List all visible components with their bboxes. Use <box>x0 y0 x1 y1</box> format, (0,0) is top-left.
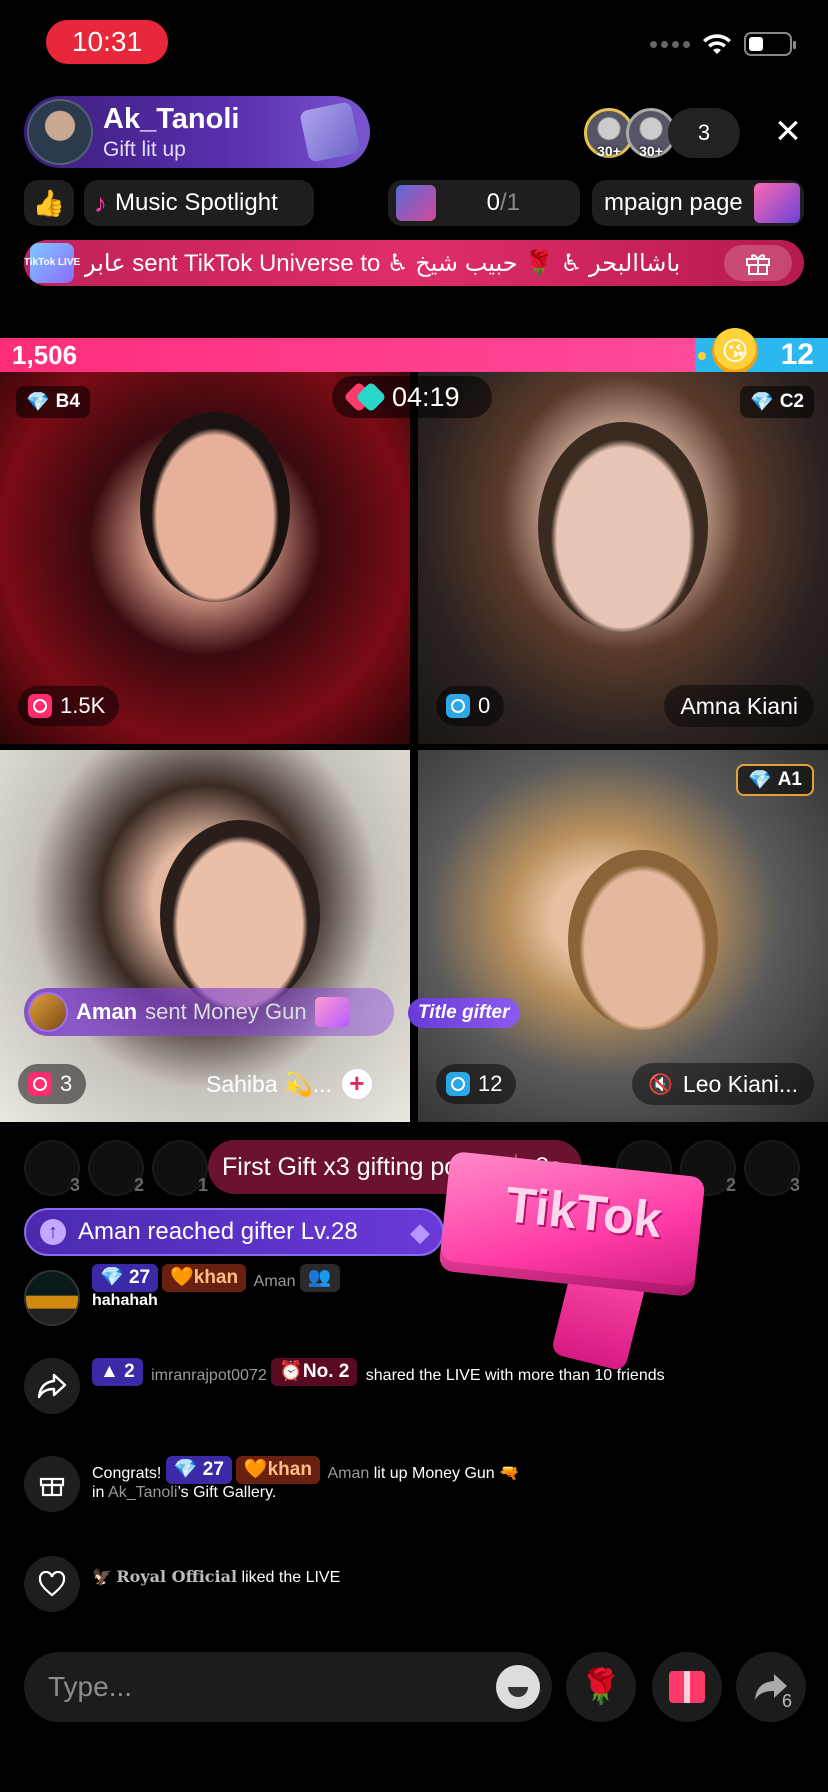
score-marker <box>698 352 706 360</box>
gifter-level-badge: ▲ 2 <box>92 1358 143 1386</box>
rank-badge: 💎 A1 <box>736 764 814 796</box>
money-gun-notice: Aman sent Money Gun <box>24 988 394 1036</box>
chat-username[interactable]: Aman <box>254 1273 296 1290</box>
rank-badge: ⏰No. 2 <box>271 1358 358 1386</box>
top-viewers[interactable]: 30+ 30+ <box>584 108 676 159</box>
battle-timer: 04:19 <box>332 376 492 418</box>
rank-badge: 💎 C2 <box>740 386 814 418</box>
camera-icon <box>446 1072 470 1096</box>
chat-message: Congrats! 💎 27 🧡khan Aman lit up Money Gu… <box>92 1456 814 1502</box>
gem-icon: ◆ <box>410 1216 430 1247</box>
gifter-level-notice: ↑ Aman reached gifter Lv.28 ◆ <box>24 1208 444 1256</box>
sticker-icon <box>396 185 436 221</box>
chat-avatar[interactable] <box>24 1270 80 1326</box>
campaign-label: mpaign page <box>604 189 743 216</box>
avatar <box>28 992 68 1032</box>
ranked-gifter-avatar[interactable]: 2 <box>88 1140 144 1196</box>
tile-name[interactable]: Amna Kiani <box>664 685 814 727</box>
guest-video <box>568 850 718 1030</box>
muted-icon: 🔇 <box>648 1073 673 1096</box>
camera-icon <box>28 1072 52 1096</box>
share-icon <box>24 1358 80 1414</box>
gifter-level-badge: 💎 27 <box>165 1456 232 1484</box>
ranked-gifter-avatar[interactable]: 3 <box>744 1140 800 1196</box>
like-chip[interactable]: 👍 <box>24 180 74 226</box>
video-tile-1[interactable]: 💎 B4 1.5K <box>0 372 410 744</box>
rank-badge: 💎 B4 <box>16 386 90 418</box>
follow-icon: 👥 <box>299 1264 340 1292</box>
tile-stat: 1.5K <box>18 686 120 726</box>
ranked-gifter-avatar[interactable]: 3 <box>24 1140 80 1196</box>
chat-username[interactable]: Aman <box>328 1465 370 1482</box>
money-gun-icon: 🔫 <box>499 1465 520 1482</box>
viewer-count[interactable]: 3 <box>668 108 740 158</box>
emoji-icon[interactable] <box>496 1665 540 1709</box>
gift-banner[interactable]: TikTok LIVE عابر sent TikTok Universe to… <box>24 240 804 286</box>
gift-icon <box>669 1671 705 1703</box>
share-button[interactable]: 6 <box>736 1652 806 1722</box>
music-spotlight-label: Music Spotlight <box>115 189 278 216</box>
music-note-icon: ♪ <box>94 187 107 218</box>
camera-icon <box>446 694 470 718</box>
guest-video <box>160 820 320 1010</box>
sticker-count: 0/1 <box>486 189 520 216</box>
level-up-icon: ↑ <box>40 1219 66 1245</box>
host-link[interactable]: Ak_Tanoli <box>108 1484 177 1501</box>
kiss-emoji-icon: 😘 <box>712 328 758 374</box>
host-name: Ak_Tanoli <box>103 102 240 135</box>
host-avatar[interactable] <box>27 99 93 165</box>
close-button[interactable]: × <box>766 106 810 156</box>
tile-name[interactable]: 🔇 Leo Kiani... <box>632 1063 814 1105</box>
chat-text: liked the LIVE <box>241 1569 341 1586</box>
rose-gift-button[interactable]: 🌹 <box>566 1652 636 1722</box>
gift-icon[interactable] <box>724 245 792 281</box>
battery-icon <box>744 32 796 56</box>
chat-text: hahahah <box>92 1292 158 1309</box>
money-gun-icon <box>314 997 349 1027</box>
guest-video <box>538 422 708 632</box>
comment-input[interactable]: Type... <box>24 1652 552 1722</box>
gift-button[interactable] <box>652 1652 722 1722</box>
music-spotlight-chip[interactable]: ♪ Music Spotlight <box>84 180 314 226</box>
tile-stat: 0 <box>436 686 505 726</box>
campaign-art-icon <box>754 183 800 223</box>
campaign-chip[interactable]: mpaign page <box>592 180 804 226</box>
wifi-icon <box>703 34 731 54</box>
video-tile-2[interactable]: 💎 C2 0 Amna Kiani <box>418 372 828 744</box>
status-icons <box>650 30 796 58</box>
eagle-icon: 🦅 <box>92 1569 112 1586</box>
ranked-gifter-avatar[interactable]: 1 <box>152 1140 208 1196</box>
video-tile-3[interactable]: 3 Sahiba 💫... + <box>0 750 410 1122</box>
battle-left-score: 1,506 <box>12 340 78 370</box>
tile-stat: 3 <box>18 1064 87 1104</box>
signal-icon <box>650 40 690 48</box>
gift-gallery-icon <box>299 101 361 163</box>
tile-stat: 12 <box>436 1064 517 1104</box>
sticker-counter-chip[interactable]: 0/1 <box>388 180 580 226</box>
host-card[interactable]: Ak_Tanoli Gift lit up <box>24 96 370 168</box>
chat-text: shared the LIVE with more than 10 friend… <box>365 1367 665 1384</box>
guest-video <box>140 412 290 602</box>
gifter-level-badge: 💎 27 <box>92 1264 159 1292</box>
gift-banner-text: عابر sent TikTok Universe to ♿ باشاالبحر… <box>84 249 681 277</box>
status-time: 10:31 <box>46 20 168 64</box>
fan-club-badge: 🧡khan <box>235 1456 320 1484</box>
gift-icon <box>24 1456 80 1512</box>
chat-username[interactable]: imranrajpot0072 <box>151 1367 267 1384</box>
title-gifter-badge: Title gifter <box>408 998 520 1028</box>
battle-right-score: 12 <box>780 338 814 371</box>
chat-username[interactable]: Royal Official <box>116 1567 237 1586</box>
host-subtitle: Gift lit up <box>103 137 186 161</box>
money-gun-animation: TikTok <box>438 1150 706 1372</box>
tiktok-live-icon: TikTok LIVE <box>24 243 80 283</box>
fan-club-badge: 🧡khan <box>162 1264 247 1292</box>
heart-icon <box>24 1556 80 1612</box>
follow-plus-button[interactable]: + <box>341 1069 372 1099</box>
camera-icon <box>28 694 52 718</box>
chat-message: 🦅 Royal Official liked the LIVE <box>92 1567 814 1587</box>
video-tile-4[interactable]: 💎 A1 12 🔇 Leo Kiani... <box>418 750 828 1122</box>
battle-icon <box>343 381 387 413</box>
tile-name[interactable]: Sahiba 💫... + <box>190 1063 388 1105</box>
